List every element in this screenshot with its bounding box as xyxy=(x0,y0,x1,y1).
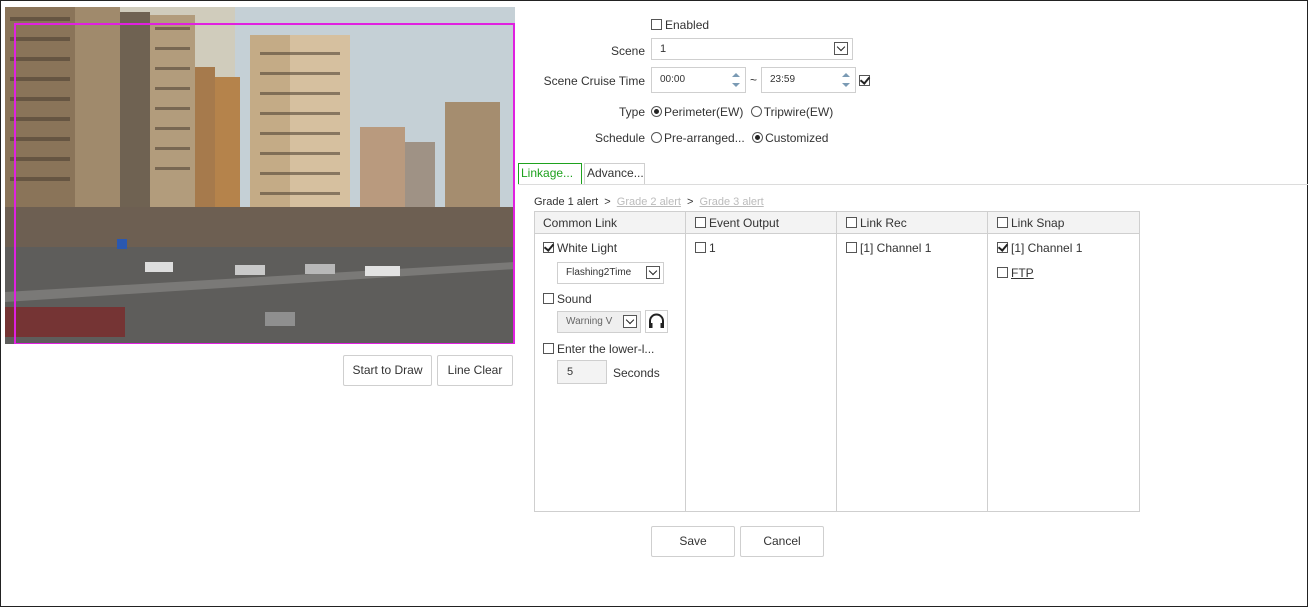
radio-prearranged[interactable] xyxy=(651,132,662,143)
type-radio-group: Perimeter(EW) Tripwire(EW) xyxy=(651,105,833,119)
white-light-checkbox[interactable] xyxy=(543,242,554,253)
lower-limit-checkbox[interactable] xyxy=(543,343,554,354)
header-link-snap[interactable]: Link Snap xyxy=(997,216,1064,230)
schedule-option-prearranged[interactable]: Pre-arranged... xyxy=(651,131,745,145)
event-output-item[interactable]: 1 xyxy=(695,241,716,255)
cancel-button[interactable]: Cancel xyxy=(740,526,824,557)
schedule-label: Schedule xyxy=(594,131,645,145)
cruise-end-value: 23:59 xyxy=(770,74,796,85)
line-clear-button[interactable]: Line Clear xyxy=(437,355,513,386)
sound-value: Warning V xyxy=(566,316,613,327)
white-light-option[interactable]: White Light xyxy=(543,241,617,255)
schedule-radio-group: Pre-arranged... Customized xyxy=(651,131,828,145)
save-button[interactable]: Save xyxy=(651,526,735,557)
header-event-output[interactable]: Event Output xyxy=(695,216,779,230)
seconds-input[interactable]: 5 xyxy=(557,360,607,384)
radio-customized[interactable] xyxy=(752,132,764,143)
sound-checkbox[interactable] xyxy=(543,293,554,304)
event-output-label: 1 xyxy=(709,241,716,255)
sound-select[interactable]: Warning V xyxy=(557,311,641,333)
header-link-rec[interactable]: Link Rec xyxy=(846,216,907,230)
cruise-enable-checkbox[interactable] xyxy=(859,75,870,86)
scene-value: 1 xyxy=(660,43,667,55)
type-option-perimeter[interactable]: Perimeter(EW) xyxy=(651,105,743,119)
scene-select[interactable]: 1 xyxy=(651,38,853,60)
tab-divider xyxy=(518,184,1308,185)
tripwire-label: Tripwire(EW) xyxy=(763,105,834,119)
chevron-down-icon[interactable] xyxy=(623,315,637,328)
cruise-start-time[interactable]: 00:00 xyxy=(651,67,746,93)
headset-icon[interactable] xyxy=(645,310,668,333)
link-snap-channel-label: [1] Channel 1 xyxy=(1011,241,1083,255)
lower-limit-option[interactable]: Enter the lower-l... xyxy=(543,342,654,356)
scene-cruise-time-label: Scene Cruise Time xyxy=(543,74,645,88)
spinner-arrows-icon[interactable] xyxy=(732,72,740,88)
tab-linkage[interactable]: Linkage... xyxy=(518,163,582,184)
link-snap-ftp-item[interactable]: FTP xyxy=(997,266,1034,280)
ftp-link[interactable]: FTP xyxy=(1011,266,1034,280)
event-output-header-label: Event Output xyxy=(709,216,780,230)
cruise-time-separator: ~ xyxy=(750,73,758,87)
detection-area-rect[interactable] xyxy=(14,23,515,344)
lower-limit-label: Enter the lower-l... xyxy=(557,342,655,356)
grade3-alert-link[interactable]: Grade 3 alert xyxy=(700,196,764,208)
white-light-mode-select[interactable]: Flashing2Time xyxy=(557,262,664,284)
white-light-label: White Light xyxy=(557,241,618,255)
column-event-output xyxy=(686,212,837,511)
customized-label: Customized xyxy=(765,131,829,145)
link-rec-all-checkbox[interactable] xyxy=(846,217,857,228)
link-rec-checkbox[interactable] xyxy=(846,242,857,253)
alert-grade-breadcrumb: Grade 1 alert > Grade 2 alert > Grade 3 … xyxy=(534,196,764,208)
cruise-end-time[interactable]: 23:59 xyxy=(761,67,856,93)
link-rec-item[interactable]: [1] Channel 1 xyxy=(846,241,931,255)
chevron-down-icon[interactable] xyxy=(646,266,660,279)
event-output-all-checkbox[interactable] xyxy=(695,217,706,228)
type-label: Type xyxy=(618,105,645,119)
grade1-alert-link[interactable]: Grade 1 alert xyxy=(534,196,598,208)
header-common-link: Common Link xyxy=(543,216,618,230)
sound-label: Sound xyxy=(557,292,592,306)
grade2-alert-link[interactable]: Grade 2 alert xyxy=(617,196,681,208)
link-snap-ftp-checkbox[interactable] xyxy=(997,267,1008,278)
schedule-option-customized[interactable]: Customized xyxy=(752,131,828,145)
enabled-label: Enabled xyxy=(665,18,710,32)
breadcrumb-separator: > xyxy=(687,196,694,208)
prearranged-label: Pre-arranged... xyxy=(664,131,745,145)
column-link-rec xyxy=(837,212,988,511)
linkage-table: Common Link Event Output Link Rec Link S… xyxy=(534,211,1140,512)
white-light-mode-value: Flashing2Time xyxy=(566,267,632,278)
sound-option[interactable]: Sound xyxy=(543,292,592,306)
scene-label: Scene xyxy=(610,44,645,58)
event-output-checkbox[interactable] xyxy=(695,242,706,253)
chevron-down-icon[interactable] xyxy=(834,42,848,55)
link-snap-channel-item[interactable]: [1] Channel 1 xyxy=(997,241,1082,255)
link-snap-all-checkbox[interactable] xyxy=(997,217,1008,228)
enabled-checkbox[interactable] xyxy=(651,19,662,30)
link-snap-header-label: Link Snap xyxy=(1011,216,1065,230)
spinner-arrows-icon[interactable] xyxy=(842,72,850,88)
radio-tripwire[interactable] xyxy=(750,106,762,117)
cruise-start-value: 00:00 xyxy=(660,74,686,85)
type-option-tripwire[interactable]: Tripwire(EW) xyxy=(750,105,834,119)
radio-perimeter[interactable] xyxy=(651,106,662,117)
breadcrumb-separator: > xyxy=(604,196,611,208)
link-snap-channel-checkbox[interactable] xyxy=(997,242,1008,253)
link-rec-header-label: Link Rec xyxy=(860,216,907,230)
seconds-label: Seconds xyxy=(613,366,660,380)
perimeter-label: Perimeter(EW) xyxy=(664,105,744,119)
enabled-checkbox-row[interactable]: Enabled xyxy=(651,18,709,32)
start-draw-button[interactable]: Start to Draw xyxy=(343,355,432,386)
link-rec-label: [1] Channel 1 xyxy=(860,241,932,255)
camera-preview[interactable] xyxy=(5,7,515,344)
tab-advance[interactable]: Advance... xyxy=(584,163,645,184)
